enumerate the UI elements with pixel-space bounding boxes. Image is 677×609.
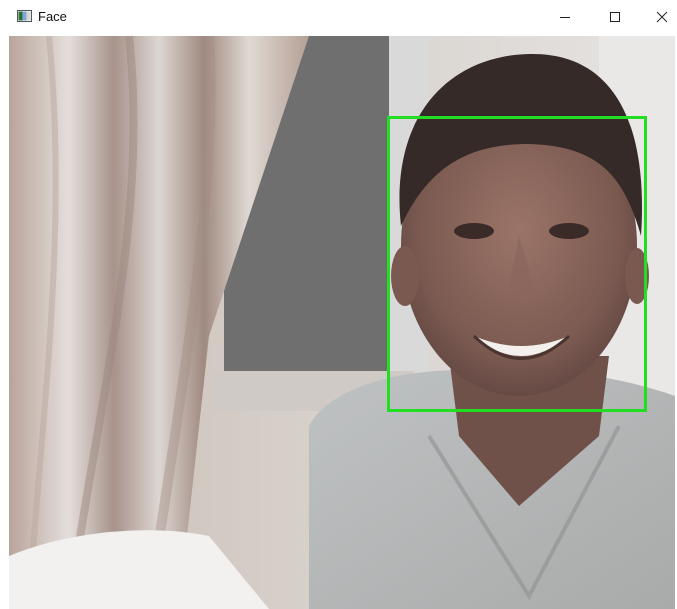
opencv-window: Face [0, 0, 677, 609]
maximize-button[interactable] [592, 0, 638, 34]
close-icon [656, 11, 668, 23]
title-bar[interactable]: Face [0, 0, 677, 34]
webcam-frame [9, 36, 675, 609]
minimize-icon [560, 17, 570, 18]
close-button[interactable] [639, 0, 677, 34]
maximize-icon [610, 12, 620, 22]
face-detection-box [387, 116, 647, 412]
opencv-window-icon [17, 10, 32, 22]
window-title: Face [38, 9, 67, 24]
minimize-button[interactable] [542, 0, 588, 34]
